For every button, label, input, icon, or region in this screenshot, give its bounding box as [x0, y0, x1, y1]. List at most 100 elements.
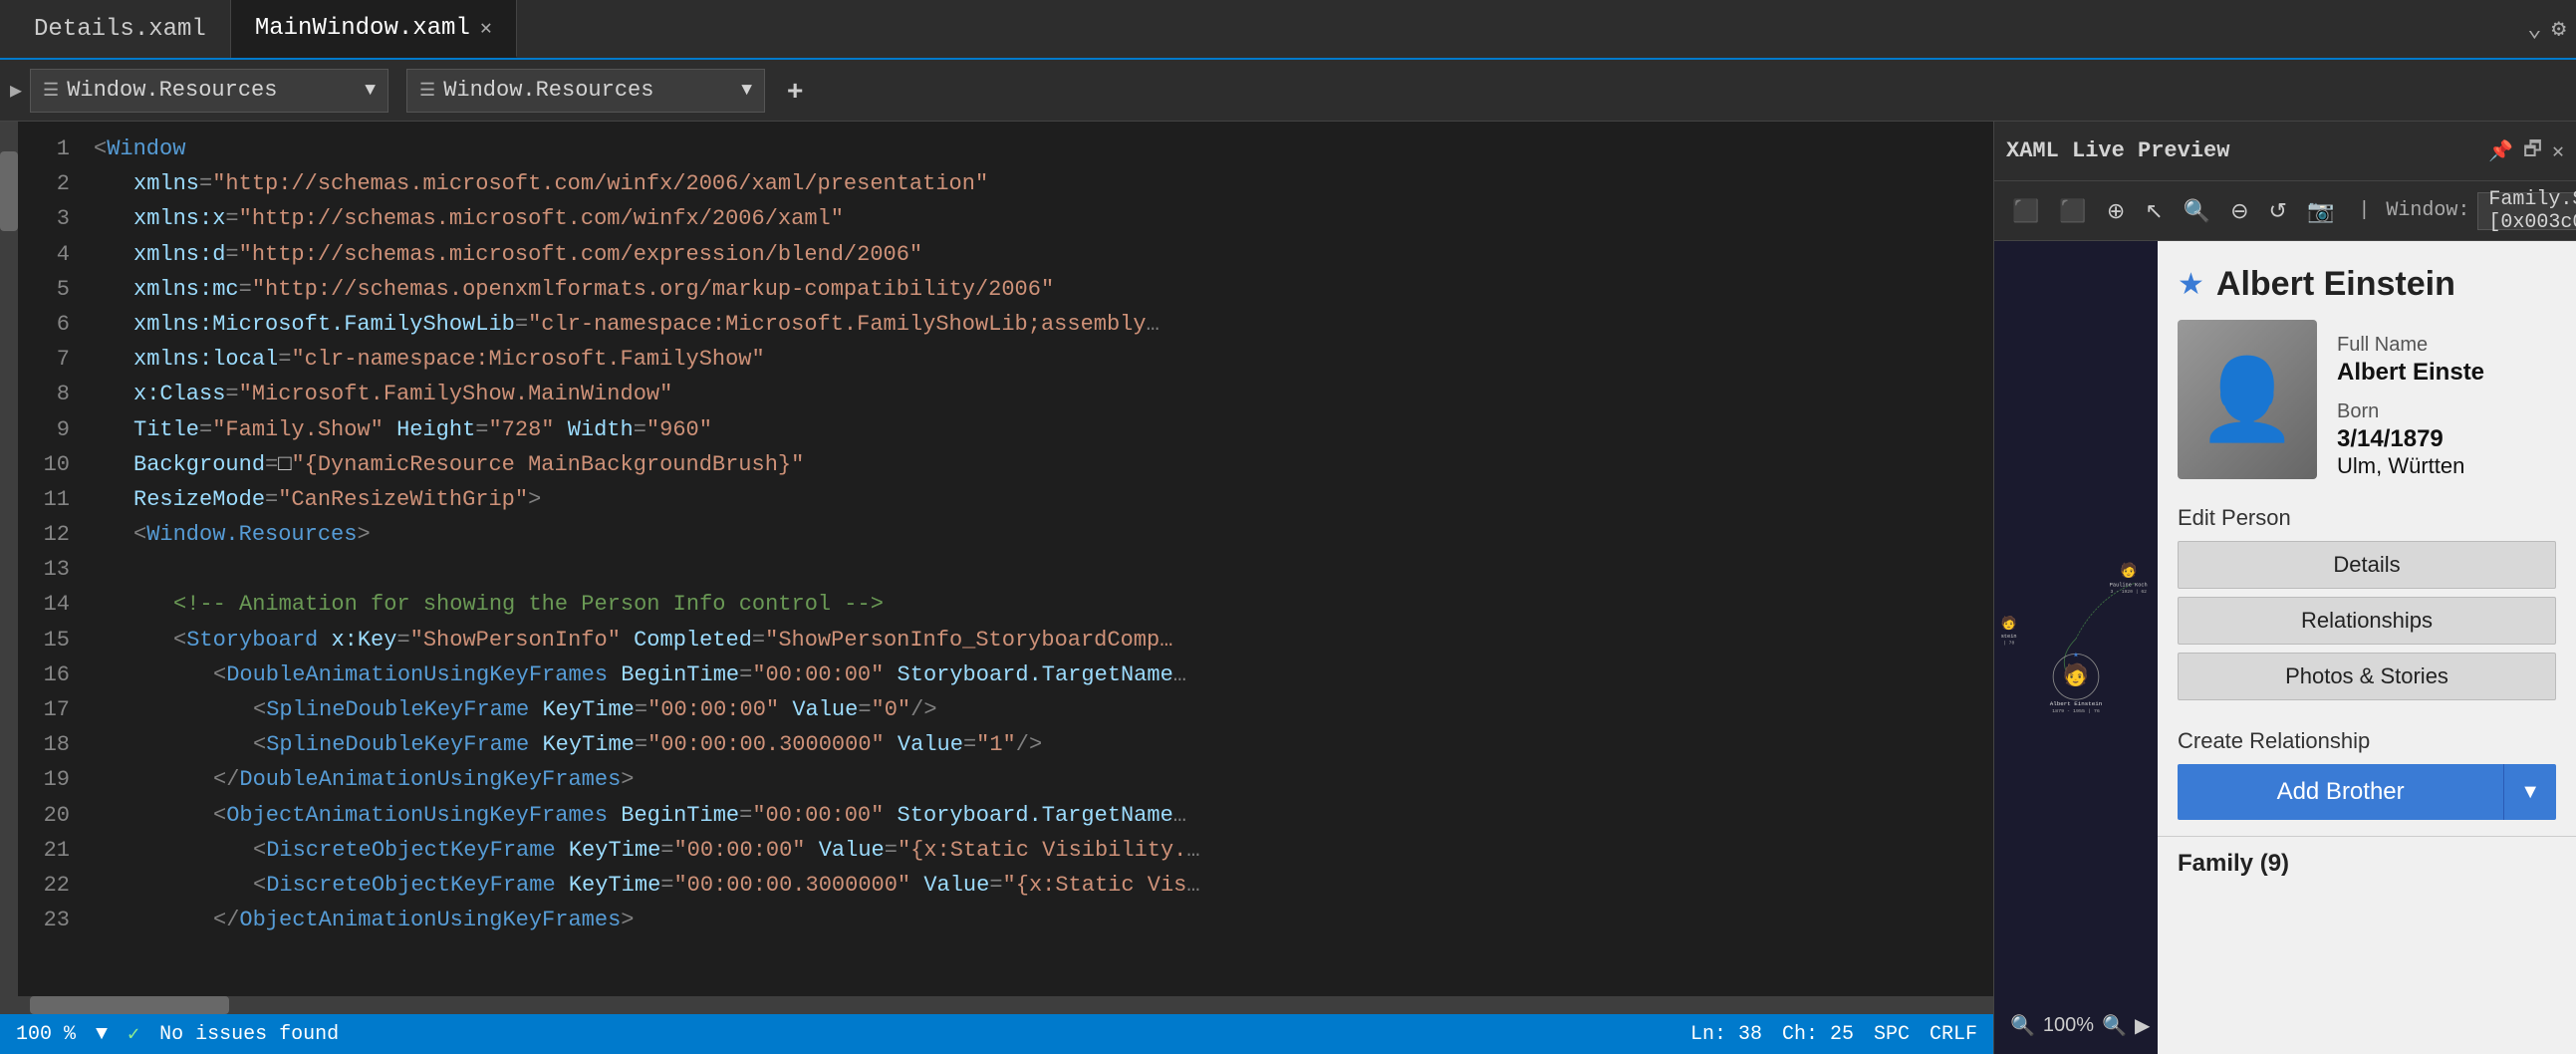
- code-line: <Window.Resources>: [94, 517, 1977, 552]
- horizontal-scrollbar[interactable]: [0, 996, 1993, 1014]
- born-label: Born: [2337, 400, 2556, 423]
- add-brother-dropdown-button[interactable]: ▼: [2503, 764, 2556, 820]
- window-value: Family.Show [0x003c0c0: [2488, 188, 2576, 234]
- vertical-scrollbar[interactable]: [0, 122, 18, 996]
- person-photo-icon: 👤: [2197, 353, 2297, 446]
- code-line: xmlns="http://schemas.microsoft.com/winf…: [94, 166, 1977, 201]
- svg-text:🧑: 🧑: [2001, 615, 2017, 632]
- full-name-value: Albert Einste: [2337, 359, 2556, 387]
- zoom-right-arrow[interactable]: ▶: [2135, 1013, 2150, 1038]
- add-brother-button[interactable]: Add Brother: [2178, 764, 2503, 820]
- target-button[interactable]: ⊕: [2101, 194, 2131, 228]
- preview-title: XAML Live Preview: [2006, 138, 2229, 163]
- svg-text:Albert Einstein: Albert Einstein: [2050, 700, 2103, 707]
- preview-pin-icon[interactable]: 📌: [2488, 138, 2513, 164]
- svg-text:3 - 1920 | 62: 3 - 1920 | 62: [2110, 589, 2147, 595]
- code-line: </DoubleAnimationUsingKeyFrames>: [94, 762, 1977, 797]
- code-line: <SplineDoubleKeyFrame KeyTime="00:00:00.…: [94, 727, 1977, 762]
- code-line: [94, 552, 1977, 587]
- code-line: xmlns:Microsoft.FamilyShowLib="clr-names…: [94, 307, 1977, 342]
- svg-text:🧑: 🧑: [2063, 662, 2089, 689]
- right-dropdown-label: Window.Resources: [443, 78, 653, 103]
- left-dropdown[interactable]: ☰ Window.Resources ▼: [30, 69, 388, 113]
- code-line: </ObjectAnimationUsingKeyFrames>: [94, 903, 1977, 937]
- toolbar-row: ▶ ☰ Window.Resources ▼ ☰ Window.Resource…: [0, 60, 2576, 122]
- tab-actions: ⌄ ⚙: [2527, 14, 2566, 44]
- add-resource-button[interactable]: +: [781, 69, 809, 113]
- full-name-label: Full Name: [2337, 334, 2556, 357]
- svg-text:1879 - 1955 | 76: 1879 - 1955 | 76: [2052, 708, 2100, 714]
- code-editor[interactable]: 12345 678910 1112131415 1617181920 21222…: [0, 122, 1993, 1054]
- preview-close-icon[interactable]: ✕: [2552, 138, 2564, 164]
- preview-pane: XAML Live Preview 📌 🗗 ✕ ⬛ ⬛ ⊕ ↖ 🔍 ⊖ ↺ 📷 …: [1993, 122, 2576, 1054]
- family-section: Family (9): [2158, 836, 2576, 888]
- separator: |: [2358, 199, 2370, 222]
- code-line: Title="Family.Show" Height="728" Width="…: [94, 412, 1977, 447]
- nav-back-button[interactable]: ⬛: [2006, 194, 2045, 228]
- zoom-level[interactable]: 100 %: [16, 1023, 76, 1046]
- zoom-dropdown-arrow[interactable]: ▼: [96, 1023, 108, 1046]
- family-viewer[interactable]: 🧑 Pauline Koch 3 - 1920 | 62 🧑 stein | 7…: [1994, 241, 2158, 1054]
- person-card: 👤 Full Name Albert Einste Born 3/14/1879…: [2158, 320, 2576, 495]
- left-dropdown-arrow: ▼: [365, 81, 376, 101]
- code-line: <ObjectAnimationUsingKeyFrames BeginTime…: [94, 798, 1977, 833]
- born-place-value: Ulm, Württen: [2337, 453, 2556, 479]
- relationships-button[interactable]: Relationships: [2178, 597, 2556, 645]
- hscroll-thumb[interactable]: [30, 996, 229, 1014]
- code-line: x:Class="Microsoft.FamilyShow.MainWindow…: [94, 377, 1977, 411]
- main-layout: 12345 678910 1112131415 1617181920 21222…: [0, 122, 2576, 1054]
- details-button[interactable]: Details: [2178, 541, 2556, 589]
- tab-details-label: Details.xaml: [34, 16, 206, 43]
- born-value: 3/14/1879: [2337, 425, 2556, 453]
- svg-text:| 70: | 70: [2003, 640, 2014, 646]
- code-line: xmlns:x="http://schemas.microsoft.com/wi…: [94, 201, 1977, 236]
- code-line: Background=□"{DynamicResource MainBackgr…: [94, 447, 1977, 482]
- refresh-button[interactable]: ↺: [2263, 194, 2293, 228]
- svg-text:🧑: 🧑: [2120, 561, 2138, 580]
- code-line: <SplineDoubleKeyFrame KeyTime="00:00:00"…: [94, 692, 1977, 727]
- edit-section-title: Edit Person: [2178, 505, 2556, 531]
- svg-text:Pauline Koch: Pauline Koch: [2110, 583, 2148, 589]
- line-numbers: 12345 678910 1112131415 1617181920 21222…: [18, 122, 78, 996]
- preview-body: 🧑 Pauline Koch 3 - 1920 | 62 🧑 stein | 7…: [1994, 241, 2576, 1054]
- code-line: <DiscreteObjectKeyFrame KeyTime="00:00:0…: [94, 833, 1977, 868]
- svg-text:stein: stein: [2001, 634, 2017, 640]
- code-line: <DiscreteObjectKeyFrame KeyTime="00:00:0…: [94, 868, 1977, 903]
- status-text: No issues found: [159, 1023, 339, 1046]
- select-button[interactable]: ↖: [2139, 194, 2169, 228]
- person-info: Full Name Albert Einste Born 3/14/1879 U…: [2337, 320, 2556, 479]
- zoom-in-button[interactable]: 🔍: [2178, 194, 2216, 228]
- zoom-in-canvas-icon[interactable]: 🔍: [2102, 1013, 2127, 1038]
- chevron-down-icon[interactable]: ⌄: [2527, 14, 2541, 44]
- line-number: Ln: 38: [1690, 1023, 1762, 1046]
- code-line: <!-- Animation for showing the Person In…: [94, 587, 1977, 622]
- zoom-controls: 🔍 100% 🔍 ▶: [2010, 1013, 2150, 1038]
- scrollbar-thumb[interactable]: [0, 151, 18, 231]
- create-section-title: Create Relationship: [2178, 728, 2556, 754]
- status-bar: 100 % ▼ ✓ No issues found Ln: 38 Ch: 25 …: [0, 1014, 1993, 1054]
- preview-unpin-icon[interactable]: 🗗: [2523, 134, 2542, 168]
- zoom-out-button[interactable]: ⊖: [2224, 194, 2254, 228]
- gear-icon[interactable]: ⚙: [2552, 14, 2566, 44]
- code-content[interactable]: <Window xmlns="http://schemas.microsoft.…: [78, 122, 1993, 996]
- tab-close-icon[interactable]: ✕: [480, 15, 492, 41]
- code-line: xmlns:d="http://schemas.microsoft.com/ex…: [94, 237, 1977, 272]
- right-dropdown-arrow: ▼: [741, 81, 752, 101]
- tab-mainwindow[interactable]: MainWindow.xaml ✕: [231, 0, 517, 58]
- collapse-icon[interactable]: ▶: [10, 78, 22, 104]
- code-line: <Storyboard x:Key="ShowPersonInfo" Compl…: [94, 623, 1977, 658]
- camera-button[interactable]: 📷: [2301, 194, 2340, 228]
- person-header: ★ Albert Einstein: [2158, 241, 2576, 320]
- create-section: Create Relationship Add Brother ▼: [2158, 718, 2576, 836]
- left-dropdown-label: Window.Resources: [67, 78, 277, 103]
- right-dropdown[interactable]: ☰ Window.Resources ▼: [406, 69, 765, 113]
- char-number: Ch: 25: [1782, 1023, 1854, 1046]
- code-line: <DoubleAnimationUsingKeyFrames BeginTime…: [94, 658, 1977, 692]
- code-line: xmlns:mc="http://schemas.openxmlformats.…: [94, 272, 1977, 307]
- zoom-out-canvas-icon[interactable]: 🔍: [2010, 1013, 2035, 1038]
- window-dropdown[interactable]: Family.Show [0x003c0c0 ▼: [2477, 192, 2576, 230]
- photos-stories-button[interactable]: Photos & Stories: [2178, 653, 2556, 700]
- tab-bar: Details.xaml MainWindow.xaml ✕ ⌄ ⚙: [0, 0, 2576, 60]
- nav-forward-button[interactable]: ⬛: [2053, 194, 2092, 228]
- tab-details[interactable]: Details.xaml: [10, 0, 231, 58]
